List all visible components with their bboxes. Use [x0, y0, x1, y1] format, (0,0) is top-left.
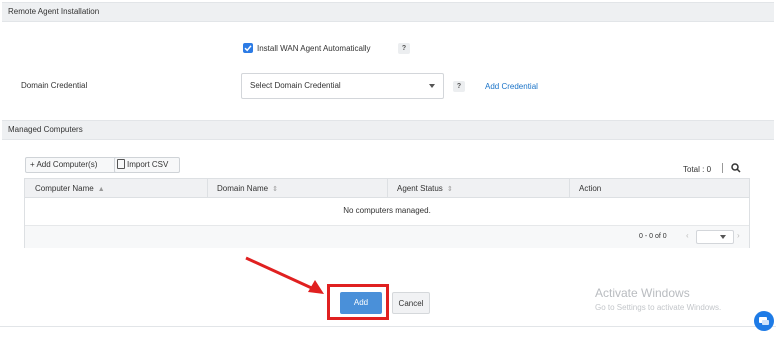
add-computers-button[interactable]: + Add Computer(s) [25, 157, 117, 173]
managed-computers-section-header: Managed Computers [2, 120, 774, 140]
import-file-icon [117, 159, 125, 169]
column-separator [387, 179, 388, 197]
toolbar-divider [722, 163, 723, 173]
chevron-down-icon [720, 235, 726, 239]
sort-icon: ▲ [97, 186, 105, 193]
column-header-action: Action [579, 184, 602, 193]
activate-windows-subtext: Go to Settings to activate Windows. [595, 303, 722, 312]
chat-icon [759, 317, 769, 325]
chat-button[interactable] [754, 311, 774, 331]
domain-credential-label: Domain Credential [21, 81, 88, 90]
red-arrow-annotation [245, 256, 324, 294]
import-csv-button[interactable]: Import CSV [114, 157, 180, 173]
empty-table-message: No computers managed. [343, 206, 431, 215]
domain-credential-select-value: Select Domain Credential [250, 81, 341, 90]
managed-computers-section-title: Managed Computers [8, 125, 83, 134]
sort-icon: ⇕ [446, 186, 453, 193]
column-header-domain-name[interactable]: Domain Name ⇕ [217, 184, 278, 193]
footer-divider [0, 326, 776, 327]
install-wan-agent-label: Install WAN Agent Automatically [257, 44, 371, 53]
help-icon[interactable]: ? [398, 43, 410, 54]
red-highlight-box [327, 284, 389, 320]
help-icon[interactable]: ? [453, 81, 465, 92]
search-icon[interactable] [731, 163, 741, 173]
previous-page-icon[interactable]: ‹ [686, 231, 689, 240]
next-page-icon[interactable]: › [737, 231, 740, 240]
table-pagination: 0 - 0 of 0 ‹ › [25, 225, 749, 248]
column-separator [569, 179, 570, 197]
total-count: Total : 0 [683, 165, 712, 174]
cancel-button[interactable]: Cancel [392, 292, 430, 314]
import-csv-label: Import CSV [127, 160, 169, 169]
column-header-agent-status[interactable]: Agent Status ⇕ [397, 184, 453, 193]
add-credential-link[interactable]: Add Credential [485, 82, 538, 91]
sort-icon: ⇕ [272, 186, 279, 193]
column-header-computer-name[interactable]: Computer Name ▲ [35, 184, 105, 193]
chevron-down-icon [429, 84, 435, 88]
domain-credential-select[interactable]: Select Domain Credential [241, 73, 444, 99]
table-header: Computer Name ▲ Domain Name ⇕ Agent Status… [25, 179, 749, 198]
page-size-select[interactable] [696, 230, 734, 244]
install-wan-agent-checkbox[interactable] [243, 43, 253, 53]
managed-computers-table: Computer Name ▲ Domain Name ⇕ Agent Status… [24, 178, 750, 248]
remote-agent-section-title: Remote Agent Installation [8, 7, 100, 16]
remote-agent-section-header: Remote Agent Installation [2, 2, 774, 22]
activate-windows-watermark: Activate Windows [595, 286, 690, 300]
check-icon [244, 45, 252, 52]
pagination-range: 0 - 0 of 0 [639, 233, 667, 240]
column-separator [207, 179, 208, 197]
